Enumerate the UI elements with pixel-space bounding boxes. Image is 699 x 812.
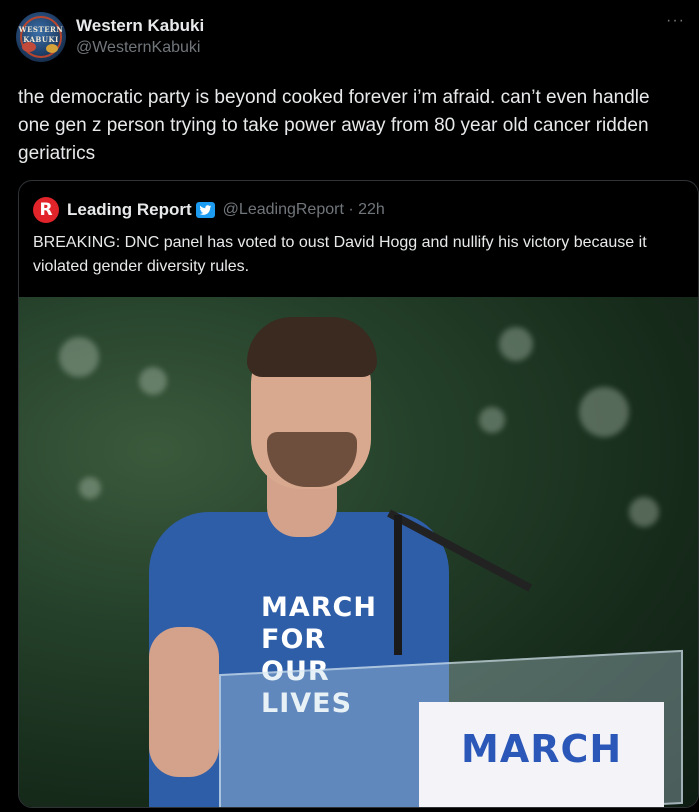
photo-hair — [247, 317, 377, 377]
quoted-author-display-name[interactable]: Leading Report — [67, 200, 192, 220]
verified-bird-badge-icon — [195, 202, 215, 218]
more-options-icon[interactable]: ··· — [666, 12, 685, 30]
avatar-logo-text: WESTERN KABUKI — [18, 25, 64, 44]
photo-bokeh — [579, 387, 629, 437]
photo-bokeh — [79, 477, 101, 499]
quoted-tweet-text: BREAKING: DNC panel has voted to oust Da… — [33, 234, 647, 275]
microphone-stand — [394, 515, 402, 655]
quoted-tweet-photo[interactable]: MARCH FOR OUR LIVES MARCH — [19, 297, 698, 807]
quoted-tweet-header: R Leading Report @LeadingReport · 22h — [33, 197, 385, 223]
photo-bokeh — [499, 327, 533, 361]
photo-bokeh — [139, 367, 167, 395]
author-handle[interactable]: @WesternKabuki — [76, 39, 200, 57]
bird-icon — [199, 204, 212, 215]
leading-report-logo-icon[interactable]: R — [33, 197, 59, 223]
photo-bokeh — [479, 407, 505, 433]
photo-bokeh — [59, 337, 99, 377]
photo-arm — [149, 627, 219, 777]
podium-sign-text: MARCH — [461, 727, 623, 771]
author-display-name[interactable]: Western Kabuki — [76, 16, 204, 36]
avatar[interactable]: WESTERN KABUKI — [16, 12, 66, 62]
tweet-header: WESTERN KABUKI Western Kabuki @WesternKab… — [16, 12, 691, 62]
avatar-flower — [46, 44, 58, 53]
quoted-author-handle-time[interactable]: @LeadingReport · 22h — [223, 201, 385, 219]
photo-bokeh — [629, 497, 659, 527]
quoted-tweet-card[interactable]: R Leading Report @LeadingReport · 22h BR… — [18, 180, 699, 808]
tweet-text: the democratic party is beyond cooked fo… — [18, 87, 650, 164]
